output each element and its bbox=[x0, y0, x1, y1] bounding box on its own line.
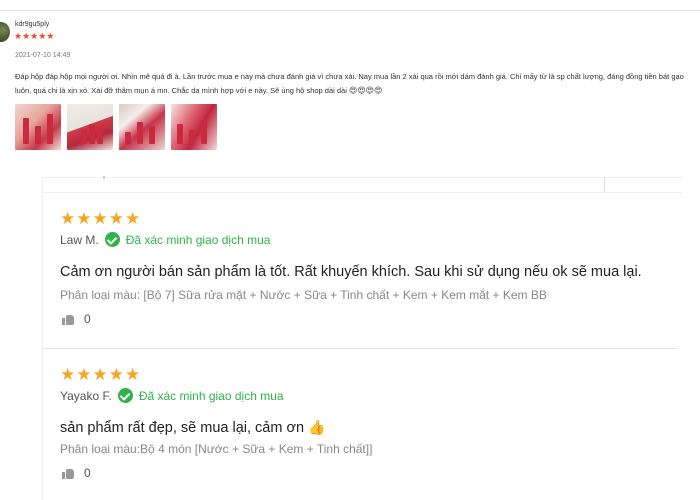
review-author: Yayako F. bbox=[60, 388, 112, 403]
like-count: 0 bbox=[84, 466, 91, 480]
top-review-card: kdr9gu5ply ★★★★★ 2021-07-10 14:49 Đáp hộ… bbox=[0, 0, 700, 158]
avatar[interactable] bbox=[0, 22, 10, 42]
panel-top-border bbox=[42, 177, 682, 178]
panel-left-border bbox=[42, 177, 43, 500]
review-photo-4[interactable] bbox=[171, 104, 217, 150]
panel-tick bbox=[103, 176, 105, 179]
review-author: Law M. bbox=[60, 232, 99, 247]
thumbs-up-icon[interactable] bbox=[62, 468, 74, 479]
verified-purchase-label: Đã xác minh giao dịch mua bbox=[125, 232, 271, 247]
thumbs-up-icon[interactable] bbox=[62, 314, 74, 325]
rating-stars: ★★★★★ bbox=[60, 365, 142, 384]
rating-stars: ★★★★★ bbox=[60, 209, 142, 228]
like-button[interactable]: 0 bbox=[62, 312, 91, 326]
review-photo-1[interactable] bbox=[15, 104, 61, 150]
review-meta: Law M. Đã xác minh giao dịch mua bbox=[60, 232, 680, 247]
review-item: ★★★★★ Yayako F. Đã xác minh giao dịch mu… bbox=[60, 365, 680, 480]
verified-check-icon bbox=[117, 388, 133, 403]
panel-tick bbox=[604, 177, 605, 192]
verified-check-icon bbox=[104, 232, 120, 247]
like-count: 0 bbox=[84, 312, 91, 326]
panel-header-border bbox=[42, 192, 682, 193]
like-button[interactable]: 0 bbox=[62, 466, 91, 480]
review-photo-3[interactable] bbox=[119, 104, 165, 150]
review-datetime: 2021-07-10 14:49 bbox=[15, 52, 71, 59]
review-text: Đáp hộp đáp hộp mọi người ơi. Nhìn mê qu… bbox=[15, 70, 695, 98]
review-meta: Yayako F. Đã xác minh giao dịch mua bbox=[60, 388, 680, 403]
review-photos bbox=[15, 104, 217, 150]
review-username[interactable]: kdr9gu5ply bbox=[15, 21, 49, 28]
review-photo-2[interactable] bbox=[67, 104, 113, 150]
review-content-text: sản phẩm rất đẹp, sẽ mua lại, cảm ơn bbox=[60, 420, 305, 436]
review-variant: Phân loại màu: [Bộ 7] Sữa rửa mặt + Nước… bbox=[60, 288, 547, 302]
review-variant: Phân loại màu:Bộ 4 món [Nước + Sữa + Kem… bbox=[60, 442, 373, 456]
rating-stars: ★★★★★ bbox=[14, 31, 55, 41]
review-content: sản phẩm rất đẹp, sẽ mua lại, cảm ơn 👍 bbox=[60, 419, 326, 436]
verified-purchase-label: Đã xác minh giao dịch mua bbox=[138, 388, 284, 403]
review-divider bbox=[42, 348, 678, 349]
review-content: Cảm ơn người bán sản phẩm là tốt. Rất kh… bbox=[60, 264, 642, 280]
top-divider bbox=[0, 10, 700, 11]
thumbs-up-emoji: 👍 bbox=[308, 419, 326, 435]
heart-eyes-emoji: 😍😍😍😍 bbox=[348, 86, 383, 95]
review-item: ★★★★★ Law M. Đã xác minh giao dịch mua C… bbox=[60, 209, 680, 326]
